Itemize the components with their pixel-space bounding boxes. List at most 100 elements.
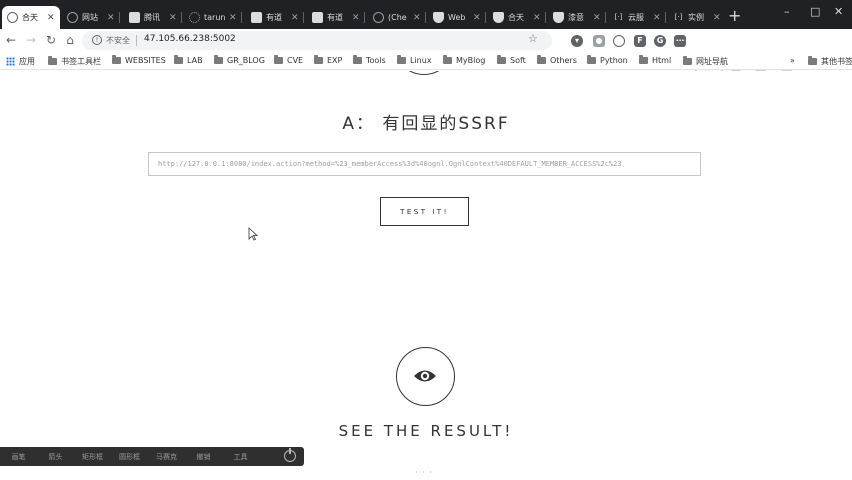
bookmark-folder[interactable]: Python: [587, 55, 628, 65]
bookmark-label: 其他书签: [821, 57, 852, 66]
close-tab-icon[interactable]: ✕: [107, 13, 115, 23]
tab[interactable]: 有道 ✕: [307, 6, 365, 29]
tab[interactable]: 腾讯 ✕: [124, 6, 182, 29]
close-tab-icon[interactable]: ✕: [229, 13, 237, 23]
document-icon: [251, 12, 262, 23]
page-content: A： 有回显的SSRF TEST IT! SEE THE RESULT!: [0, 71, 852, 480]
toolbar: ← → ↻ ⌂ ! 不安全 47.105.66.238:5002 ☆ ▾ ● F…: [0, 29, 852, 90]
bracket-icon: [·]: [614, 13, 623, 21]
test-it-button[interactable]: TEST IT!: [380, 197, 469, 226]
folder-icon: [353, 55, 362, 64]
folder-icon: [214, 55, 223, 64]
folder-icon: [587, 55, 596, 64]
close-tab-icon[interactable]: ✕: [473, 13, 481, 23]
tab[interactable]: 网站 ✕: [62, 6, 120, 29]
tab[interactable]: (Che ✕: [368, 6, 426, 29]
new-tab-button[interactable]: +: [728, 8, 741, 24]
bookmark-folder[interactable]: 书签工具栏: [48, 56, 101, 67]
tab[interactable]: 合天 ✕: [488, 6, 546, 29]
bookmark-folder[interactable]: EXP: [314, 55, 343, 65]
reload-icon[interactable]: ↻: [44, 33, 58, 47]
toolbar-item[interactable]: 工具: [222, 452, 259, 462]
ssrf-url-input[interactable]: [148, 152, 701, 176]
bookmark-label: GR_BLOG: [227, 56, 265, 65]
close-window-button[interactable]: ✕: [834, 5, 843, 18]
bookmark-apps[interactable]: 应用: [6, 56, 35, 67]
bookmark-label: LAB: [187, 56, 203, 65]
bookmark-folder[interactable]: Tools: [353, 55, 386, 65]
tab[interactable]: 有道 ✕: [246, 6, 304, 29]
folder-icon: [683, 56, 692, 65]
tab[interactable]: [·] 云服 ✕: [608, 6, 666, 29]
bracket-icon: [·]: [674, 13, 683, 21]
info-icon[interactable]: !: [92, 35, 102, 45]
folder-icon: [639, 55, 648, 64]
tab[interactable]: tarun ✕: [184, 6, 242, 29]
tab[interactable]: Web ✕: [428, 6, 486, 29]
bookmark-label: EXP: [327, 56, 343, 65]
bookmark-label: Python: [600, 56, 628, 65]
bookmark-label: Tools: [366, 56, 386, 65]
close-tab-icon[interactable]: ✕: [169, 13, 177, 23]
extension-icon[interactable]: F: [634, 35, 646, 47]
toolbar-item[interactable]: 矩形框: [74, 452, 111, 462]
folder-icon: [112, 55, 121, 64]
home-icon[interactable]: ⌂: [63, 33, 77, 47]
close-tab-icon[interactable]: ✕: [291, 13, 299, 23]
close-tab-icon[interactable]: ✕: [713, 13, 721, 23]
folder-icon: [274, 55, 283, 64]
tab[interactable]: [·] 实例 ✕: [668, 6, 726, 29]
bookmark-folder[interactable]: 其他书签: [808, 56, 852, 67]
tab-title: (Che: [388, 13, 407, 22]
bookmark-folder[interactable]: Linux: [397, 55, 432, 65]
tab-title: 腾讯: [144, 13, 160, 22]
close-tab-icon[interactable]: ✕: [413, 13, 421, 23]
address-bar[interactable]: ! 不安全 47.105.66.238:5002: [82, 31, 552, 50]
bookmark-folder[interactable]: MyBlog: [443, 55, 486, 65]
extension-icon[interactable]: [613, 35, 625, 47]
bookmark-label: CVE: [287, 56, 304, 65]
toolbar-item[interactable]: 撤销: [185, 452, 222, 462]
minimize-button[interactable]: –: [784, 5, 790, 18]
extension-icon[interactable]: G: [654, 35, 666, 47]
bookmark-label: MyBlog: [456, 56, 486, 65]
tab-title: 合天: [508, 13, 524, 22]
extension-icon[interactable]: ⋯: [674, 35, 686, 47]
tab-title: 有道: [327, 13, 343, 22]
bookmark-label: 网址导航: [696, 57, 728, 66]
close-tab-icon[interactable]: ✕: [533, 13, 541, 23]
scroll-indicator: · · ·: [415, 468, 433, 477]
folder-icon: [48, 56, 57, 65]
close-tab-icon[interactable]: ✕: [47, 13, 55, 23]
close-tab-icon[interactable]: ✕: [593, 13, 601, 23]
toolbar-item[interactable]: 画笔: [0, 452, 37, 462]
toolbar-item[interactable]: 马赛克: [148, 452, 185, 462]
close-tab-icon[interactable]: ✕: [352, 13, 360, 23]
bookmark-folder[interactable]: LAB: [174, 55, 203, 65]
toolbar-item[interactable]: 圆形框: [111, 452, 148, 462]
bookmark-folder[interactable]: Others: [537, 55, 577, 65]
extension-icon[interactable]: ▾: [571, 35, 583, 47]
tab-active[interactable]: 合天 ✕: [2, 6, 60, 29]
globe-icon: [67, 12, 78, 23]
tab[interactable]: 漆意 ✕: [548, 6, 606, 29]
power-icon[interactable]: [284, 448, 296, 462]
eye-icon: [396, 347, 455, 406]
bookmarks-overflow-button[interactable]: »: [790, 56, 795, 65]
bookmark-folder[interactable]: Html: [639, 55, 671, 65]
bookmark-folder[interactable]: WEBSITES: [112, 55, 166, 65]
document-icon: [129, 12, 140, 23]
url-text[interactable]: 47.105.66.238:5002: [144, 34, 236, 44]
bookmark-label: WEBSITES: [125, 56, 166, 65]
bookmark-folder[interactable]: GR_BLOG: [214, 55, 265, 65]
bookmark-folder[interactable]: 网址导航: [683, 56, 728, 67]
back-arrow-icon[interactable]: ←: [4, 33, 18, 47]
close-tab-icon[interactable]: ✕: [653, 13, 661, 23]
maximize-button[interactable]: □: [810, 5, 820, 18]
toolbar-item[interactable]: 箭头: [37, 452, 74, 462]
bookmark-folder[interactable]: CVE: [274, 55, 304, 65]
bookmark-folder[interactable]: Soft: [497, 55, 526, 65]
forward-arrow-icon[interactable]: →: [24, 33, 38, 47]
bookmark-star-icon[interactable]: ☆: [528, 32, 538, 45]
extension-icon[interactable]: ●: [593, 35, 605, 47]
